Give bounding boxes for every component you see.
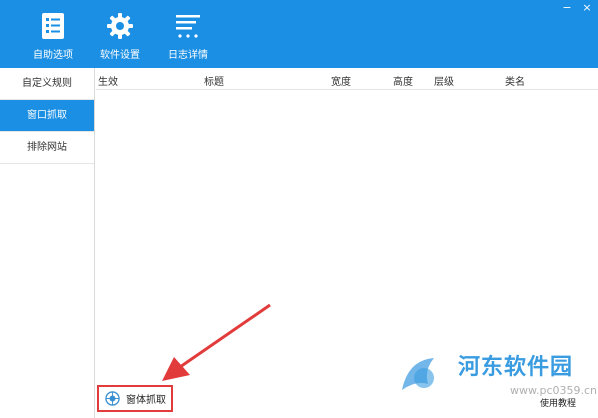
sidebar-item-exclude-sites[interactable]: 排除网站 (0, 132, 94, 164)
column-header-width[interactable]: 宽度 (331, 73, 351, 88)
watermark-logo-icon (402, 358, 434, 390)
log-list-icon (176, 15, 200, 38)
top-toolbar: − × 自助选项 软件设置 日志详情 (0, 0, 598, 68)
toolbar-item-log-details[interactable]: 日志详情 (153, 12, 223, 62)
minimize-button[interactable]: − (560, 2, 574, 14)
sidebar-item-label: 排除网站 (27, 142, 67, 153)
sidebar-item-custom-rules[interactable]: 自定义规则 (0, 68, 94, 100)
toolbar-item-label: 自助选项 (33, 50, 73, 61)
toolbar-item-settings[interactable]: 软件设置 (85, 12, 155, 62)
sidebar: 自定义规则 窗口抓取 排除网站 (0, 68, 95, 418)
sidebar-item-label: 自定义规则 (22, 78, 72, 89)
column-header-height[interactable]: 高度 (393, 73, 413, 88)
column-header-class-name[interactable]: 类名 (505, 73, 525, 88)
toolbar-item-self-help[interactable]: 自助选项 (18, 12, 88, 62)
sidebar-item-window-capture[interactable]: 窗口抓取 (0, 100, 94, 132)
column-header-level[interactable]: 层级 (434, 73, 454, 88)
close-button[interactable]: × (580, 2, 594, 14)
annotation-arrow (162, 303, 271, 381)
capture-button-label: 窗体抓取 (126, 395, 166, 406)
toolbar-item-label: 软件设置 (100, 50, 140, 61)
sidebar-item-label: 窗口抓取 (27, 110, 67, 121)
table-header: 生效 标题 宽度 高度 层级 类名 (96, 68, 598, 90)
window-controls: − × (560, 2, 594, 14)
crosshair-icon (105, 391, 120, 406)
toolbar-item-label: 日志详情 (168, 50, 208, 61)
column-header-enabled[interactable]: 生效 (98, 73, 118, 88)
watermark-title: 河东软件园 (458, 354, 574, 380)
help-tutorial-link[interactable]: 使用教程 (540, 396, 576, 409)
window-capture-button[interactable]: 窗体抓取 (97, 385, 173, 412)
gear-icon (107, 13, 133, 39)
column-header-title[interactable]: 标题 (204, 73, 224, 88)
checklist-icon (42, 13, 64, 39)
